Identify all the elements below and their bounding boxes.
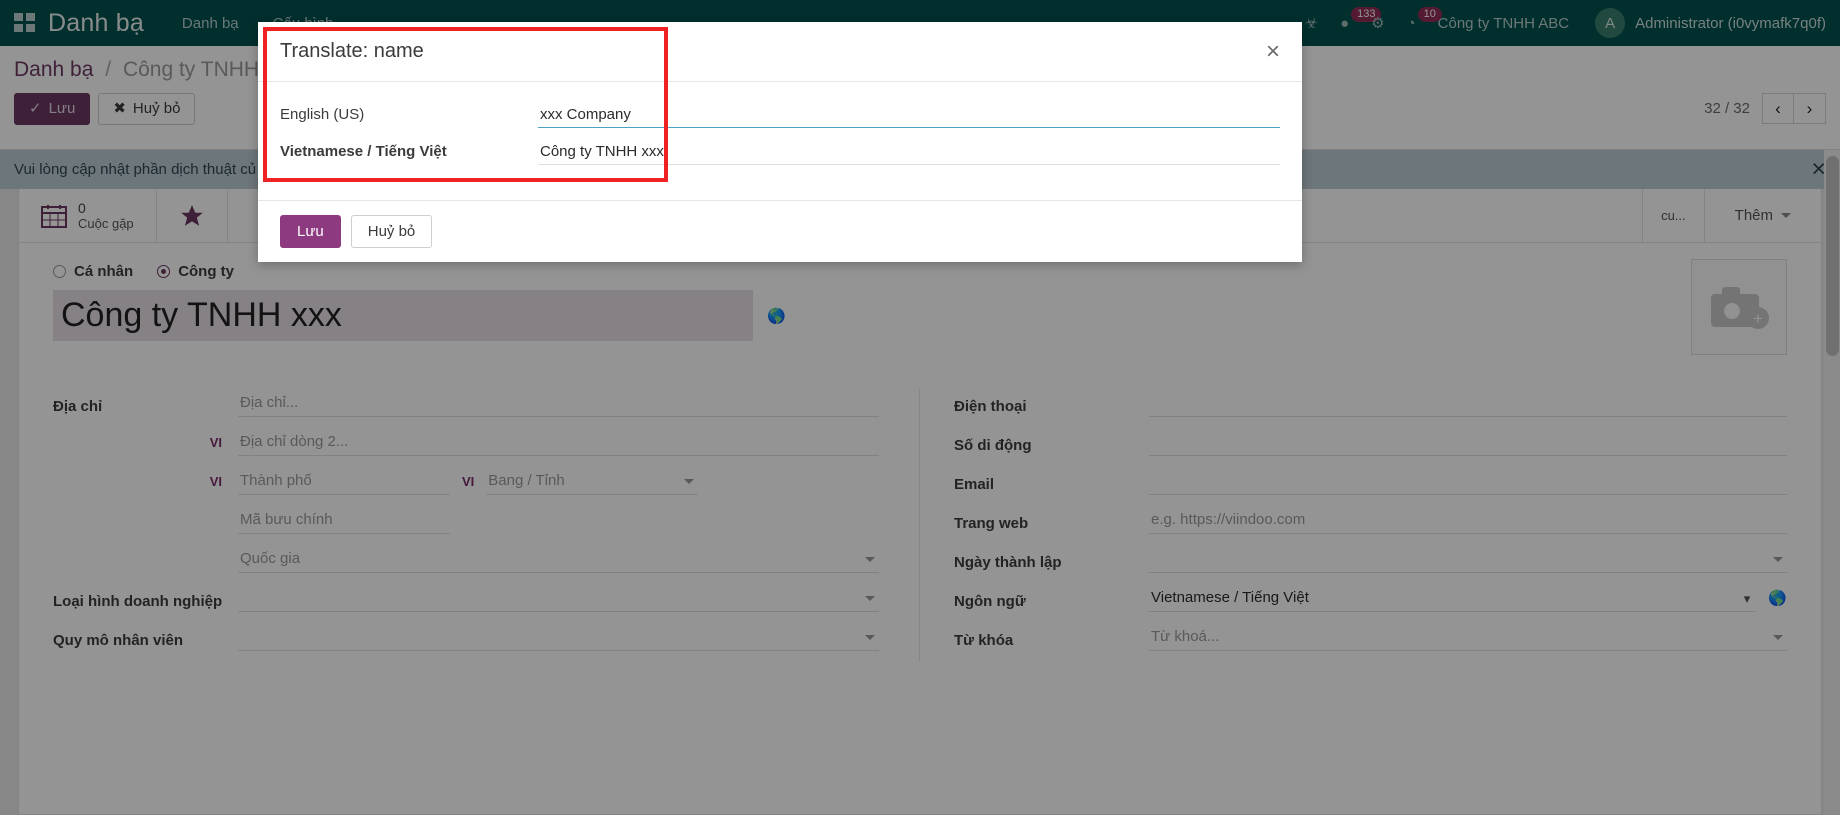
translation-row-vietnamese: Vietnamese / Tiếng Việt — [280, 133, 1280, 170]
translate-dialog-body: English (US) Vietnamese / Tiếng Việt — [258, 82, 1302, 200]
translation-control-english — [538, 102, 1280, 128]
close-x-icon[interactable]: × — [1266, 40, 1280, 64]
translation-input-english[interactable] — [538, 102, 1280, 128]
translate-dialog: Translate: name × English (US) Vietnames… — [258, 22, 1302, 262]
modal-discard-button[interactable]: Huỷ bỏ — [351, 215, 433, 248]
translate-dialog-title: Translate: name — [280, 40, 424, 63]
translate-dialog-footer: Lưu Huỷ bỏ — [258, 200, 1302, 262]
translation-row-english: English (US) — [280, 96, 1280, 133]
translation-control-vietnamese — [538, 139, 1280, 165]
translation-input-vietnamese[interactable] — [538, 139, 1280, 165]
translation-language-vietnamese: Vietnamese / Tiếng Việt — [280, 143, 538, 160]
app-root: Danh bạ Danh bạ Cấu hình ☣ ● 133 ⚙ ◔ 10 … — [0, 0, 1840, 815]
modal-save-button[interactable]: Lưu — [280, 215, 341, 248]
translate-dialog-header: Translate: name × — [258, 22, 1302, 82]
translation-language-english: English (US) — [280, 106, 538, 123]
